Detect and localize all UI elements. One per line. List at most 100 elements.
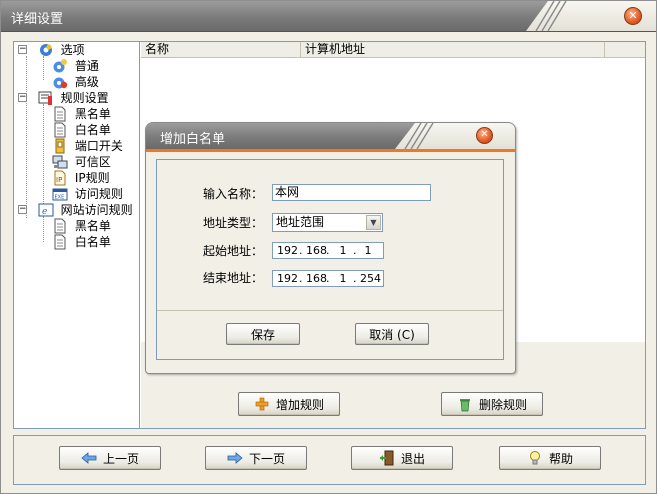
- help-button[interactable]: 帮助: [499, 446, 601, 470]
- ip-dot: .: [326, 244, 330, 257]
- tree-item-web-whitelist[interactable]: 白名单: [52, 234, 111, 250]
- add-whitelist-dialog: 增加白名单 ✕ 输入名称： 本网 地址类型： 地址范围 ▼ 起始地址： 192.…: [145, 122, 516, 374]
- ip-dot: .: [299, 272, 303, 285]
- tree-item-ip-rule[interactable]: IP IP规则: [52, 170, 110, 186]
- navigation-bar: 上一页 下一页 退出 帮助: [13, 435, 646, 485]
- tree-expander[interactable]: −: [18, 45, 27, 54]
- dialog-titlebar-decoration: ✕: [395, 123, 515, 149]
- column-header-filler: [605, 42, 645, 58]
- ip-dot: .: [299, 244, 303, 257]
- ip-dot: .: [353, 272, 357, 285]
- cancel-label: 取消 (C): [369, 327, 415, 342]
- ip-octet[interactable]: 168: [306, 271, 327, 286]
- dialog-form: 输入名称： 本网 地址类型： 地址范围 ▼ 起始地址： 192. 168. 1.…: [156, 159, 504, 360]
- tree-item-web-blacklist[interactable]: 黑名单: [52, 218, 111, 234]
- tree-expander[interactable]: −: [18, 93, 27, 102]
- address-type-value: 地址范围: [276, 215, 325, 229]
- tree-expander[interactable]: −: [18, 205, 27, 214]
- port-switch-icon: [55, 138, 65, 154]
- tree-line: [43, 104, 44, 210]
- dialog-title: 增加白名单: [160, 132, 226, 147]
- tree-item-label: 白名单: [74, 123, 111, 137]
- ip-octet[interactable]: 192: [277, 271, 299, 286]
- dialog-separator: [157, 310, 503, 311]
- window-titlebar[interactable]: 详细设置 ✕: [1, 1, 656, 32]
- add-rule-label: 增加规则: [275, 397, 324, 412]
- titlebar-decoration: ✕: [526, 1, 656, 31]
- svg-text:EXE: EXE: [55, 195, 65, 201]
- exe-access-icon: EXE: [52, 188, 68, 201]
- dialog-titlebar[interactable]: 增加白名单 ✕: [146, 123, 515, 149]
- tree-item-label: 网站访问规则: [60, 203, 133, 217]
- ip-octet[interactable]: 168: [306, 243, 327, 258]
- ip-dot: .: [326, 272, 330, 285]
- tree-item-label: IP规则: [74, 171, 110, 185]
- arrow-right-icon: [227, 452, 243, 464]
- lightbulb-icon: [529, 451, 540, 465]
- add-rule-button[interactable]: 增加规则: [238, 392, 340, 416]
- address-type-select[interactable]: 地址范围 ▼: [272, 213, 383, 232]
- ip-octet[interactable]: 1: [360, 243, 376, 258]
- exit-door-icon: [379, 450, 394, 466]
- tree-item-advanced[interactable]: 高级: [52, 74, 99, 90]
- exit-button[interactable]: 退出: [351, 446, 453, 470]
- window-close-icon[interactable]: ✕: [624, 7, 642, 25]
- column-header-address[interactable]: 计算机地址: [301, 42, 605, 58]
- rules-settings-icon: [38, 91, 52, 105]
- document-icon: [54, 122, 66, 138]
- tree-item-label: 高级: [74, 75, 99, 89]
- ip-octet[interactable]: 254: [360, 271, 381, 286]
- tree-item-port-switch[interactable]: 端口开关: [52, 138, 123, 154]
- prev-page-button[interactable]: 上一页: [59, 446, 161, 470]
- end-address-label: 结束地址：: [203, 271, 264, 285]
- ip-rule-icon: IP: [54, 170, 66, 186]
- general-gear-icon: [53, 59, 67, 73]
- options-gear-icon: [39, 44, 52, 56]
- delete-rule-label: 删除规则: [478, 397, 527, 412]
- window-title: 详细设置: [11, 12, 64, 27]
- tree-item-label: 黑名单: [74, 107, 111, 121]
- column-header-name[interactable]: 名称: [141, 42, 301, 58]
- start-ip-input[interactable]: 192. 168. 1. 1: [272, 242, 384, 259]
- address-type-label: 地址类型：: [203, 216, 264, 230]
- tree-item-label: 选项: [60, 43, 85, 57]
- tree-item-blacklist[interactable]: 黑名单: [52, 106, 111, 122]
- tree-item-rules-settings[interactable]: − 规则设置: [18, 90, 109, 106]
- save-button[interactable]: 保存: [226, 323, 300, 345]
- svg-text:e: e: [42, 207, 47, 217]
- tree-item-label: 白名单: [74, 235, 111, 249]
- website-rule-icon: e: [38, 203, 54, 217]
- name-input[interactable]: 本网: [272, 184, 431, 201]
- trusted-zone-icon: [52, 155, 68, 169]
- dialog-close-icon[interactable]: ✕: [476, 127, 493, 144]
- list-header: 名称 计算机地址: [141, 42, 645, 58]
- trash-icon: [459, 399, 470, 412]
- tree-item-label: 可信区: [74, 155, 111, 169]
- tree-line: [43, 56, 44, 80]
- prev-page-label: 上一页: [102, 451, 139, 466]
- add-plus-icon: [255, 397, 269, 411]
- tree-item-whitelist[interactable]: 白名单: [52, 122, 111, 138]
- next-page-button[interactable]: 下一页: [205, 446, 307, 470]
- dialog-slashes-icon: [404, 123, 434, 149]
- tree-item-options[interactable]: − 选项: [18, 42, 85, 58]
- document-icon: [54, 234, 66, 250]
- tree-item-access-rule[interactable]: EXE 访问规则: [52, 186, 123, 202]
- tree-item-website-rules[interactable]: − e 网站访问规则: [18, 202, 133, 218]
- end-ip-input[interactable]: 192. 168. 1. 254: [272, 270, 384, 287]
- tree-item-label: 普通: [74, 59, 99, 73]
- arrow-left-icon: [81, 452, 97, 464]
- tree-item-general[interactable]: 普通: [52, 58, 99, 74]
- cancel-button[interactable]: 取消 (C): [355, 323, 429, 345]
- ip-octet[interactable]: 192: [277, 243, 299, 258]
- delete-rule-button[interactable]: 删除规则: [441, 392, 543, 416]
- ip-octet[interactable]: 1: [333, 243, 353, 258]
- tree-line: [43, 216, 44, 242]
- ip-octet[interactable]: 1: [333, 271, 353, 286]
- next-page-label: 下一页: [248, 451, 285, 466]
- exit-label: 退出: [400, 451, 425, 466]
- tree-item-trusted-zone[interactable]: 可信区: [52, 154, 111, 170]
- chevron-down-icon[interactable]: ▼: [366, 215, 381, 230]
- tree-item-label: 访问规则: [74, 187, 123, 201]
- dialog-accent-line: [146, 149, 515, 152]
